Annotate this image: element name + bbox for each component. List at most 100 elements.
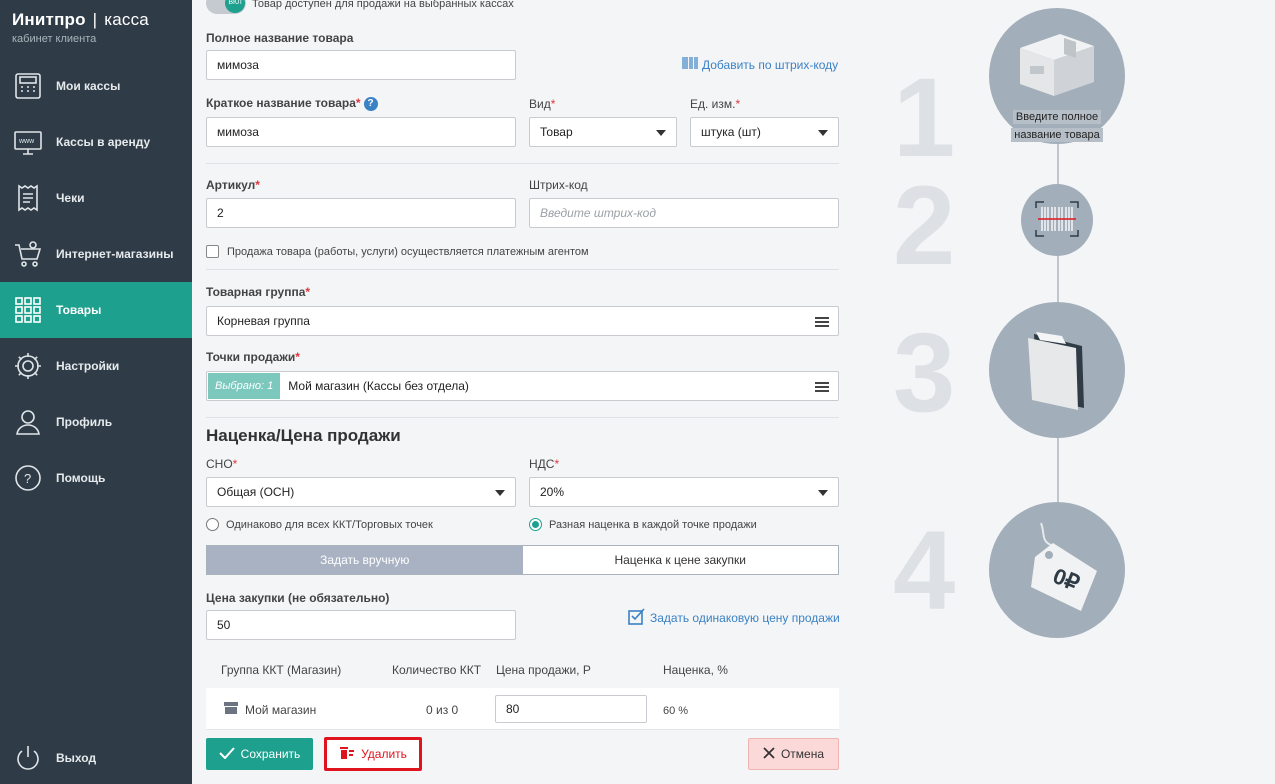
row-sale-price-input[interactable]: 80 [495,695,647,723]
price-tag-icon: 0₽ [1011,521,1103,620]
radio-same-markup[interactable]: Одинаково для всех ККТ/Торговых точек [206,518,433,531]
payment-agent-checkbox[interactable]: Продажа товара (работы, услуги) осуществ… [206,245,589,258]
radio-dot[interactable] [206,518,219,531]
barcode-scan-icon [682,56,698,73]
barcode-input[interactable]: Введите штрих-код [529,198,839,228]
save-button[interactable]: Сохранить [206,738,313,770]
delete-button[interactable]: Удалить [324,737,422,771]
cancel-button[interactable]: Отмена [748,738,839,770]
required-mark: * [554,457,560,471]
row-markup-value: 60 % [663,705,689,717]
full-name-label: Полное название товара [206,31,354,45]
tab-manual[interactable]: Задать вручную [207,546,523,574]
product-group-label-text: Товарная группа [206,285,306,299]
store-icon [223,701,239,718]
product-group-select[interactable]: Корневая группа [206,306,839,336]
sidebar-item-rent-registers[interactable]: www Кассы в аренду [0,114,192,170]
sidebar-item-receipts[interactable]: Чеки [0,170,192,226]
brand-logo[interactable]: Инитпро | касса кабинет клиента [12,10,149,45]
logout-button[interactable]: Выход [0,730,192,784]
brand-title: Инитпро [12,10,86,29]
sale-points-label-text: Точки продажи [206,350,296,364]
row-group-name: Мой магазин [245,703,317,717]
nds-label: НДС* [529,457,559,471]
nds-select[interactable]: 20% [529,477,839,507]
svg-text:www: www [18,138,35,145]
product-group-value: Корневая группа [217,314,310,328]
sno-value: Общая (ОСН) [217,485,295,499]
unit-select[interactable]: штука (шт) [690,117,839,147]
price-mode-tabs: Задать вручную Наценка к цене закупки [206,545,839,575]
step-3-circle [989,302,1125,438]
sno-label-text: СНО [206,457,233,471]
save-label: Сохранить [240,747,301,761]
trash-icon [339,746,355,763]
sidebar-item-label: Мои кассы [56,79,121,93]
list-icon[interactable] [815,317,829,327]
cash-register-icon [12,70,44,102]
checkbox-checked-icon[interactable] [628,607,646,628]
receipt-icon [12,182,44,214]
sidebar-item-label: Профиль [56,415,113,429]
step-number-4: 4 [893,508,956,633]
sale-points-select[interactable]: Выбрано: 1 Мой магазин (Кассы без отдела… [206,371,839,401]
required-mark: * [355,96,361,110]
sidebar-item-profile[interactable]: Профиль [0,394,192,450]
barcode-icon [1034,200,1080,241]
sidebar-item-label: Товары [56,303,102,317]
tab-purchase-markup[interactable]: Наценка к цене закупки [523,546,839,574]
sidebar-item-products[interactable]: Товары [0,282,192,338]
purchase-price-input[interactable]: 50 [206,610,516,640]
table-header-price: Цена продажи, Р [496,663,591,677]
grid-icon [12,294,44,326]
help-icon[interactable]: ? [363,96,378,111]
list-icon[interactable] [815,382,829,392]
table-header-group: Группа ККТ (Магазин) [221,663,342,677]
radio-different-markup[interactable]: Разная наценка в каждой точке продажи [529,518,757,531]
step-number-2: 2 [893,163,956,288]
payment-agent-label: Продажа товара (работы, услуги) осуществ… [227,245,589,258]
sidebar-item-label: Настройки [56,359,120,373]
sno-select[interactable]: Общая (ОСН) [206,477,516,507]
full-name-input[interactable]: мимоза [206,50,516,80]
row-kkt-count: 0 из 0 [426,703,459,717]
article-label-text: Артикул [206,178,256,192]
cart-icon [12,238,44,270]
article-label: Артикул* [206,178,260,192]
sidebar-item-help[interactable]: ? Помощь [0,450,192,506]
close-icon [763,746,775,762]
article-input[interactable]: 2 [206,198,516,228]
add-by-barcode-link[interactable]: Добавить по штрих-коду [682,56,838,73]
kind-label: Вид* [529,97,555,111]
availability-toggle[interactable]: ВКЛ [206,0,246,14]
sidebar-item-settings[interactable]: Настройки [0,338,192,394]
same-price-checkbox[interactable]: Задать одинаковую цену продажи [628,607,840,628]
kind-select[interactable]: Товар [529,117,677,147]
required-mark: * [735,97,741,111]
radio-same-label: Одинаково для всех ККТ/Торговых точек [226,518,433,531]
sidebar-item-my-cash-registers[interactable]: Мои кассы [0,58,192,114]
availability-label: Товар доступен для продажи на выбранных … [252,0,514,10]
sidebar-item-online-stores[interactable]: Интернет-магазины [0,226,192,282]
step-1-label-line2: название товара [1011,128,1103,142]
unit-label: Ед. изм.* [690,97,740,111]
brand-product: касса [104,10,149,29]
brand-subtitle: кабинет клиента [12,33,97,45]
product-group-label: Товарная группа* [206,285,310,299]
radio-dot-selected[interactable] [529,518,542,531]
chevron-down-icon [656,130,666,136]
logout-label: Выход [56,751,97,765]
folder-icon [1022,328,1092,413]
chevron-down-icon [818,490,828,496]
power-icon [12,742,44,774]
nds-value: 20% [540,485,565,499]
nds-label-text: НДС [529,457,555,471]
svg-text:?: ? [24,471,31,486]
unit-select-value: штука (шт) [701,125,761,139]
required-mark: * [255,178,260,192]
unit-label-text: Ед. изм. [690,97,736,111]
toggle-knob-label: ВКЛ [225,0,245,13]
checkbox-box[interactable] [206,245,219,258]
short-name-label-text: Краткое название товара [206,96,356,110]
short-name-input[interactable]: мимоза [206,117,516,147]
